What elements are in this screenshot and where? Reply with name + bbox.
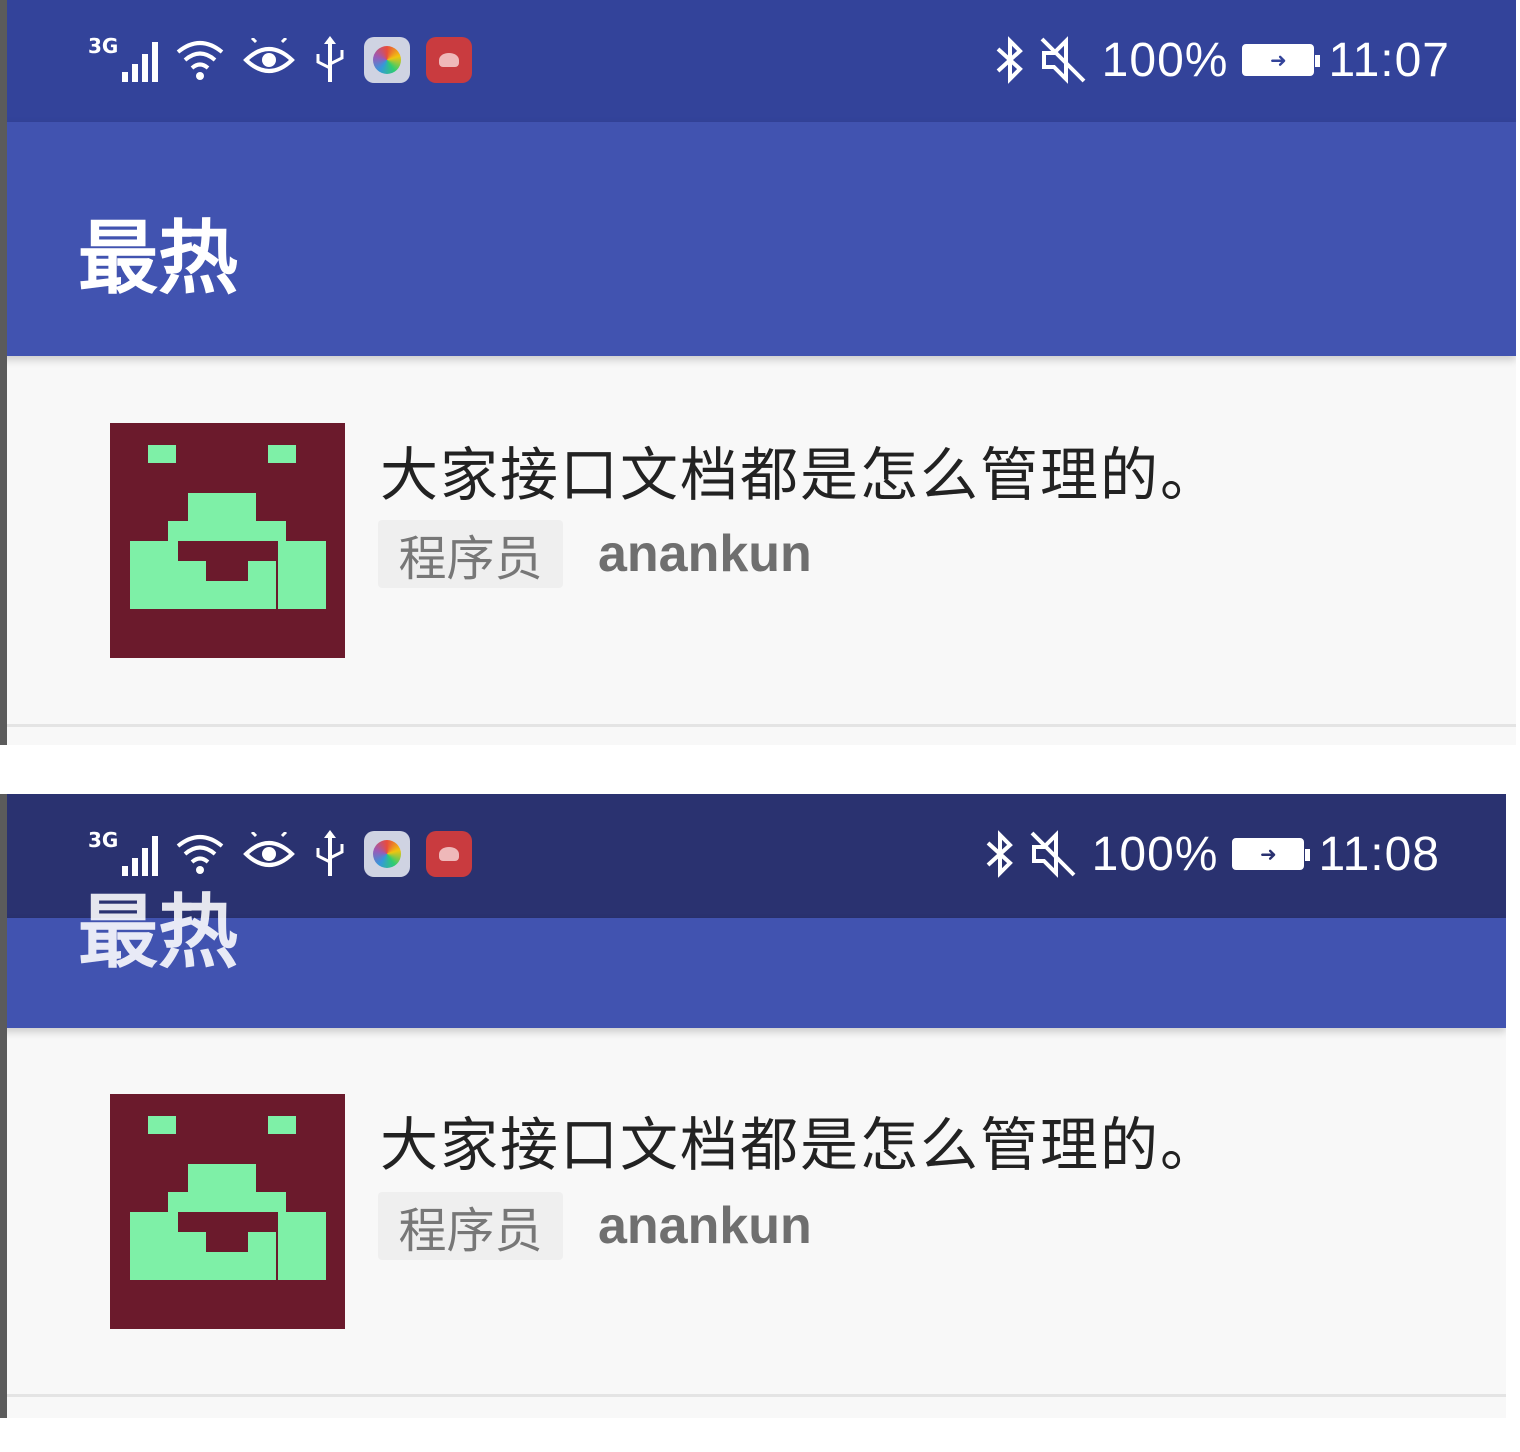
page-title: 最热 bbox=[78, 212, 238, 305]
eye-icon bbox=[243, 832, 296, 867]
wifi-icon bbox=[177, 41, 224, 80]
usb-icon bbox=[316, 830, 344, 876]
screenshot-1: 3G 100% ➜ 11:07 最热 大家接口文档都是怎么管理的。 程序员 an… bbox=[0, 0, 1516, 745]
huawei-app-icon bbox=[426, 831, 473, 877]
network-type: 3G bbox=[88, 828, 119, 852]
divider bbox=[0, 1394, 1506, 1397]
item-title[interactable]: 大家接口文档都是怎么管理的。 bbox=[380, 1098, 1220, 1182]
photos-app-icon bbox=[364, 831, 411, 877]
bluetooth-icon bbox=[996, 36, 1023, 84]
status-bar: 3G bbox=[0, 0, 1516, 122]
list-item[interactable]: 大家接口文档都是怎么管理的。 程序员 anankun bbox=[0, 1028, 1506, 1398]
item-title[interactable]: 大家接口文档都是怎么管理的。 bbox=[380, 428, 1220, 512]
avatar[interactable] bbox=[110, 423, 345, 658]
battery-icon: ➜ bbox=[1232, 838, 1311, 870]
author-name[interactable]: anankun bbox=[598, 1196, 812, 1256]
left-edge bbox=[0, 794, 7, 1418]
divider bbox=[0, 724, 1516, 727]
author-name[interactable]: anankun bbox=[598, 524, 812, 584]
category-tag[interactable]: 程序员 bbox=[378, 520, 563, 588]
network-type: 3G bbox=[88, 34, 119, 58]
mute-icon bbox=[1030, 830, 1076, 878]
photos-app-icon bbox=[364, 37, 411, 83]
clock: 11:08 bbox=[1318, 827, 1440, 881]
bluetooth-icon bbox=[986, 830, 1013, 878]
clock: 11:07 bbox=[1328, 33, 1450, 87]
screenshot-2: 3G 100% ➜ 11:08 最热 大家接口文档都是怎么管理的。 程序员 an… bbox=[0, 794, 1506, 1418]
battery-percent: 100% bbox=[1091, 827, 1219, 881]
category-tag[interactable]: 程序员 bbox=[378, 1192, 563, 1260]
mute-icon bbox=[1040, 36, 1086, 84]
page-title: 最热 bbox=[78, 886, 238, 979]
usb-icon bbox=[316, 36, 344, 82]
list-item[interactable]: 大家接口文档都是怎么管理的。 程序员 anankun bbox=[0, 356, 1516, 726]
signal-icon bbox=[122, 38, 159, 82]
avatar[interactable] bbox=[110, 1094, 345, 1329]
left-edge bbox=[0, 0, 7, 745]
battery-icon: ➜ bbox=[1242, 44, 1321, 76]
huawei-app-icon bbox=[426, 37, 473, 83]
eye-icon bbox=[243, 38, 296, 73]
battery-percent: 100% bbox=[1101, 33, 1229, 87]
